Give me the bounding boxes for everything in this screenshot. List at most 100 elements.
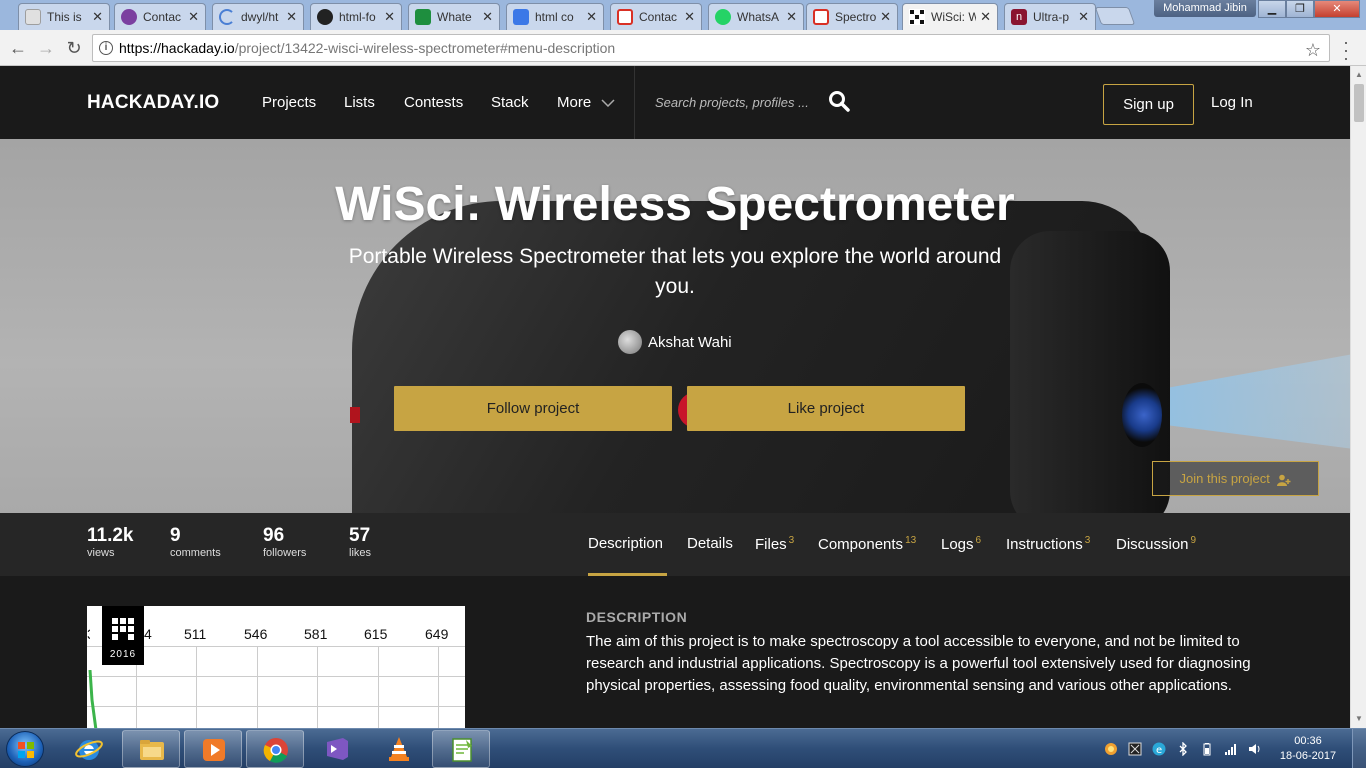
browser-tab-active[interactable]: WiSci: W ✕ [902,3,998,30]
close-tab-icon[interactable]: ✕ [880,9,891,25]
tab-title: Contac [639,10,678,24]
close-tab-icon[interactable]: ✕ [384,9,395,25]
web-page: HACKADAY.IO Projects Lists Contests Stac… [0,66,1350,728]
join-label: Join this project [1179,471,1270,486]
app-tray-icon[interactable] [1128,742,1142,756]
stat-followers[interactable]: 96 followers [263,526,306,560]
author-link[interactable]: Akshat Wahi [618,330,732,354]
nav-stack[interactable]: Stack [491,94,529,111]
network-globe-icon[interactable] [1104,742,1118,756]
start-button[interactable] [6,731,44,767]
nav-more-label: More [557,94,592,111]
windows-logo-icon [18,742,34,758]
chart-tick-label: 649 [425,626,449,642]
tab-details[interactable]: Details [687,535,733,552]
browser-tab[interactable]: This is ✕ [18,3,110,30]
bookmark-star-icon[interactable]: ☆ [1305,37,1321,63]
chrome-icon [263,738,288,763]
chrome-menu-button[interactable]: · · · [1340,33,1352,67]
tab-description[interactable]: Description [588,535,663,552]
close-tab-icon[interactable]: ✕ [188,9,199,25]
stat-comments[interactable]: 9 comments [170,526,221,560]
tab-components[interactable]: Components 13 [818,535,916,553]
taskbar-explorer[interactable] [122,730,180,768]
site-logo[interactable]: HACKADAY.IO [87,92,219,114]
taskbar-vlc[interactable] [370,730,428,768]
reload-button[interactable]: ↻ [62,36,86,60]
browser-tab[interactable]: Spectro ✕ [806,3,898,30]
nav-lists[interactable]: Lists [344,94,375,111]
hackaday-2016-badge[interactable]: 2016 [102,606,144,665]
stat-likes[interactable]: 57 likes [349,526,371,560]
nav-projects[interactable]: Projects [262,94,316,111]
signal-strength-icon[interactable] [1224,742,1238,756]
battery-icon[interactable] [1200,742,1214,756]
e-tray-icon[interactable]: e [1152,742,1166,756]
close-tab-icon[interactable]: ✕ [980,9,991,25]
taskbar-notepad-plus[interactable] [432,730,490,768]
info-icon[interactable]: i [99,41,113,55]
minimize-button[interactable]: ▁ [1258,0,1286,18]
volume-icon[interactable] [1248,742,1262,756]
profile-button[interactable]: Mohammad Jibin [1154,0,1256,17]
follow-project-button[interactable]: Follow project [394,386,672,431]
tab-discussion[interactable]: Discussion 9 [1116,535,1196,553]
media-player-icon [203,739,225,761]
back-button[interactable]: ← [6,36,30,60]
search-input[interactable]: Search projects, profiles ... [655,95,809,110]
like-project-button[interactable]: Like project [687,386,965,431]
taskbar-media-player[interactable] [184,730,242,768]
whatsapp-icon [715,9,731,25]
tab-files[interactable]: Files 3 [755,535,794,553]
windows-taskbar: e 00:36 18-06-2017 [0,728,1366,768]
tab-instructions[interactable]: Instructions 3 [1006,535,1090,553]
browser-tab[interactable]: WhatsA ✕ [708,3,804,30]
signup-button[interactable]: Sign up [1103,84,1194,125]
browser-tab[interactable]: n Ultra-p ✕ [1004,3,1096,30]
browser-tab[interactable]: dwyl/ht ✕ [212,3,304,30]
show-desktop-button[interactable] [1352,729,1366,768]
chart-gridline [438,646,439,728]
tab-title: Whate [437,10,472,24]
taskbar-ie[interactable] [60,730,118,768]
close-tab-icon[interactable]: ✕ [1078,9,1089,25]
close-tab-icon[interactable]: ✕ [92,9,103,25]
scroll-up-icon[interactable]: ▲ [1355,70,1363,79]
tab-label: Components [818,536,904,553]
notepad-plus-icon [452,738,472,762]
close-tab-icon[interactable]: ✕ [684,9,695,25]
browser-tab[interactable]: Whate ✕ [408,3,500,30]
page-scrollbar[interactable]: ▲ ▼ [1350,66,1366,728]
close-window-button[interactable]: ✕ [1314,0,1360,18]
join-project-button[interactable]: Join this project [1152,461,1319,496]
avatar [618,330,642,354]
taskbar-chrome[interactable] [246,730,304,768]
search-icon[interactable] [828,90,850,112]
browser-tab[interactable]: html-fo ✕ [310,3,402,30]
browser-tab[interactable]: Contac ✕ [114,3,206,30]
close-tab-icon[interactable]: ✕ [586,9,597,25]
close-tab-icon[interactable]: ✕ [286,9,297,25]
bluetooth-icon[interactable] [1176,742,1190,756]
chart-gridline [196,646,197,728]
nav-contests[interactable]: Contests [404,94,463,111]
hero-image-sidetab [350,407,360,423]
browser-tab[interactable]: html co ✕ [506,3,604,30]
tab-title: WhatsA [737,10,780,24]
forward-button[interactable]: → [34,36,58,60]
address-bar[interactable]: i https://hackaday.io/project/13422-wisc… [92,34,1330,62]
close-tab-icon[interactable]: ✕ [482,9,493,25]
scrollbar-thumb[interactable] [1354,84,1364,122]
taskbar-visual-studio[interactable] [308,730,366,768]
tab-logs[interactable]: Logs 6 [941,535,981,553]
system-clock[interactable]: 00:36 18-06-2017 [1270,734,1346,764]
login-link[interactable]: Log In [1211,94,1253,111]
scroll-down-icon[interactable]: ▼ [1355,714,1363,723]
stat-label: likes [349,547,372,559]
maximize-button[interactable]: ❐ [1286,0,1314,18]
person-add-icon [1277,474,1291,486]
new-tab-button[interactable] [1094,7,1136,25]
browser-tab[interactable]: Contac ✕ [610,3,702,30]
nav-more[interactable]: More [557,94,615,111]
close-tab-icon[interactable]: ✕ [786,9,797,25]
